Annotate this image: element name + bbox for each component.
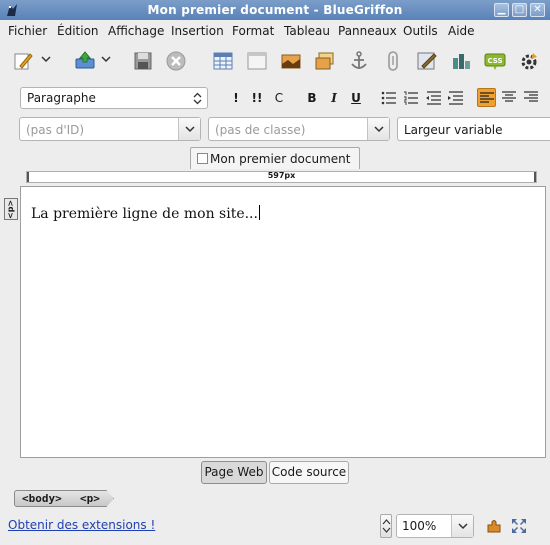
menu-insertion[interactable]: Insertion	[171, 24, 224, 38]
emphasis-button[interactable]: !	[227, 90, 245, 106]
width-mode-value: Largeur variable	[404, 123, 503, 137]
zoom-value: 100%	[402, 519, 437, 533]
ruler-width-label: 597px	[267, 171, 296, 180]
width-ruler: 597px	[26, 171, 537, 183]
table-icon[interactable]	[212, 50, 234, 72]
menu-format[interactable]: Format	[232, 24, 274, 38]
maximize-button[interactable]: □	[512, 3, 527, 17]
tab-code-source[interactable]: Code source	[269, 461, 349, 484]
menu-outils[interactable]: Outils	[403, 24, 438, 38]
get-extensions-link[interactable]: Obtenir des extensions !	[8, 518, 155, 532]
tab-page-web[interactable]: Page Web	[201, 461, 267, 484]
zoom-combobox[interactable]: 100%	[396, 514, 474, 538]
settings-icon[interactable]	[518, 50, 540, 72]
updown-icon	[193, 92, 202, 105]
fullscreen-icon[interactable]	[511, 518, 527, 534]
maximize-icon: □	[514, 4, 525, 15]
outdent-icon[interactable]	[426, 91, 442, 105]
chevron-down-icon	[185, 126, 195, 133]
menu-panneaux[interactable]: Panneaux	[338, 24, 397, 38]
zoom-dropdown-button[interactable]	[451, 515, 473, 537]
publish-icon[interactable]	[74, 50, 96, 72]
ruler-right-marker	[534, 172, 536, 182]
italic-button[interactable]: I	[325, 90, 343, 106]
class-placeholder: (pas de classe)	[215, 123, 306, 137]
strong-emphasis-button[interactable]: !!	[248, 90, 266, 106]
save-icon[interactable]	[132, 50, 154, 72]
paragraph-content: La première ligne de mon site...	[31, 206, 258, 222]
close-window-button[interactable]: ✕	[530, 3, 545, 17]
document-tab-title: Mon premier document	[210, 152, 351, 166]
code-button[interactable]: C	[270, 90, 288, 106]
align-center-icon[interactable]	[502, 91, 516, 103]
id-dropdown-button[interactable]	[178, 118, 200, 140]
paragraph-style-value: Paragraphe	[27, 91, 96, 105]
document-tab[interactable]: Mon premier document	[190, 147, 360, 169]
class-combobox[interactable]: (pas de classe)	[208, 117, 390, 141]
paragraph-text[interactable]: La première ligne de mon site...	[31, 205, 260, 222]
document-tab-checkbox[interactable]	[197, 153, 208, 164]
addon-icon[interactable]	[486, 518, 502, 534]
zoom-spinner[interactable]	[380, 514, 392, 538]
text-caret	[258, 205, 260, 220]
chevron-down-icon	[458, 523, 468, 530]
edit-image-icon[interactable]	[416, 50, 438, 72]
main-toolbar: CSS	[0, 42, 550, 82]
breadcrumb-body[interactable]: <body>	[14, 490, 80, 507]
menu-tableau[interactable]: Tableau	[284, 24, 330, 38]
anchor-icon[interactable]	[348, 50, 370, 72]
numbered-list-icon[interactable]	[403, 91, 419, 105]
menu-affichage[interactable]: Affichage	[108, 24, 164, 38]
title-bar: Mon premier document - BlueGriffon ▁ □ ✕	[0, 0, 550, 20]
link-icon[interactable]	[382, 50, 404, 72]
editing-area[interactable]: La première ligne de mon site...	[20, 186, 546, 458]
align-left-icon	[480, 92, 494, 103]
image-icon[interactable]	[280, 50, 302, 72]
selector-toolbar: (pas d'ID) (pas de classe) Largeur varia…	[0, 116, 550, 144]
svg-text:CSS: CSS	[487, 57, 502, 65]
align-left-button[interactable]	[477, 88, 496, 107]
chart-icon[interactable]	[450, 50, 472, 72]
id-placeholder: (pas d'ID)	[26, 123, 85, 137]
width-mode-select[interactable]: Largeur variable	[397, 117, 550, 141]
updown-icon	[382, 519, 391, 533]
indent-icon[interactable]	[448, 91, 464, 105]
paragraph-style-select[interactable]: Paragraphe	[20, 87, 208, 109]
class-dropdown-button[interactable]	[367, 118, 389, 140]
chevron-down-icon	[374, 126, 384, 133]
media-icon[interactable]	[314, 50, 336, 72]
menu-fichier[interactable]: Fichier	[8, 24, 47, 38]
close-icon: ✕	[533, 4, 542, 15]
close-document-icon[interactable]	[165, 50, 187, 72]
minimize-button[interactable]: ▁	[494, 3, 509, 17]
window-title: Mon premier document - BlueGriffon	[147, 3, 403, 17]
chevron-down-icon[interactable]	[101, 54, 111, 64]
bullet-list-icon[interactable]	[381, 91, 397, 105]
form-icon[interactable]	[246, 50, 268, 72]
underline-button[interactable]: U	[347, 90, 365, 106]
id-combobox[interactable]: (pas d'ID)	[19, 117, 201, 141]
new-document-icon[interactable]	[12, 50, 34, 72]
css-icon[interactable]: CSS	[484, 50, 506, 72]
menu-edition[interactable]: Édition	[57, 24, 99, 38]
minimize-icon: ▁	[497, 4, 506, 15]
menu-aide[interactable]: Aide	[448, 24, 475, 38]
paragraph-tag-marker[interactable]: <p>	[4, 198, 18, 220]
bold-button[interactable]: B	[303, 90, 321, 106]
format-toolbar: Paragraphe ! !! C B I U	[0, 84, 550, 112]
align-right-icon[interactable]	[524, 91, 538, 103]
chevron-down-icon[interactable]	[41, 54, 51, 64]
menu-bar: Fichier Édition Affichage Insertion Form…	[0, 20, 550, 42]
